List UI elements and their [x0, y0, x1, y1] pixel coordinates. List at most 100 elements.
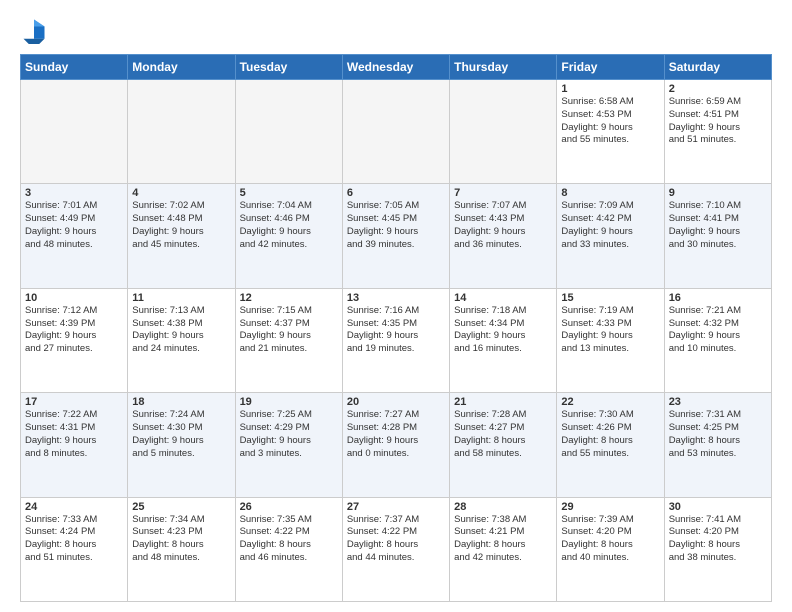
logo — [20, 16, 52, 44]
col-header-thursday: Thursday — [450, 55, 557, 80]
day-info: Sunrise: 7:19 AM Sunset: 4:33 PM Dayligh… — [561, 305, 659, 356]
day-number: 30 — [669, 501, 767, 513]
day-info: Sunrise: 7:27 AM Sunset: 4:28 PM Dayligh… — [347, 409, 445, 460]
day-info: Sunrise: 7:25 AM Sunset: 4:29 PM Dayligh… — [240, 409, 338, 460]
day-number: 26 — [240, 501, 338, 513]
col-header-monday: Monday — [128, 55, 235, 80]
day-cell: 5Sunrise: 7:04 AM Sunset: 4:46 PM Daylig… — [235, 184, 342, 288]
day-cell: 23Sunrise: 7:31 AM Sunset: 4:25 PM Dayli… — [664, 393, 771, 497]
day-number: 6 — [347, 187, 445, 199]
day-info: Sunrise: 7:18 AM Sunset: 4:34 PM Dayligh… — [454, 305, 552, 356]
header-row: SundayMondayTuesdayWednesdayThursdayFrid… — [21, 55, 772, 80]
day-cell: 13Sunrise: 7:16 AM Sunset: 4:35 PM Dayli… — [342, 288, 449, 392]
day-info: Sunrise: 7:12 AM Sunset: 4:39 PM Dayligh… — [25, 305, 123, 356]
day-info: Sunrise: 7:37 AM Sunset: 4:22 PM Dayligh… — [347, 514, 445, 565]
day-cell: 29Sunrise: 7:39 AM Sunset: 4:20 PM Dayli… — [557, 497, 664, 601]
day-cell: 26Sunrise: 7:35 AM Sunset: 4:22 PM Dayli… — [235, 497, 342, 601]
day-cell: 19Sunrise: 7:25 AM Sunset: 4:29 PM Dayli… — [235, 393, 342, 497]
day-info: Sunrise: 7:33 AM Sunset: 4:24 PM Dayligh… — [25, 514, 123, 565]
day-cell: 11Sunrise: 7:13 AM Sunset: 4:38 PM Dayli… — [128, 288, 235, 392]
day-number: 13 — [347, 292, 445, 304]
day-number: 14 — [454, 292, 552, 304]
day-number: 18 — [132, 396, 230, 408]
day-info: Sunrise: 7:24 AM Sunset: 4:30 PM Dayligh… — [132, 409, 230, 460]
day-cell: 14Sunrise: 7:18 AM Sunset: 4:34 PM Dayli… — [450, 288, 557, 392]
page: SundayMondayTuesdayWednesdayThursdayFrid… — [0, 0, 792, 612]
day-cell: 15Sunrise: 7:19 AM Sunset: 4:33 PM Dayli… — [557, 288, 664, 392]
day-number: 7 — [454, 187, 552, 199]
day-number: 5 — [240, 187, 338, 199]
day-cell: 10Sunrise: 7:12 AM Sunset: 4:39 PM Dayli… — [21, 288, 128, 392]
day-info: Sunrise: 7:09 AM Sunset: 4:42 PM Dayligh… — [561, 200, 659, 251]
day-number: 24 — [25, 501, 123, 513]
col-header-sunday: Sunday — [21, 55, 128, 80]
day-number: 16 — [669, 292, 767, 304]
day-info: Sunrise: 6:58 AM Sunset: 4:53 PM Dayligh… — [561, 96, 659, 147]
day-cell — [21, 80, 128, 184]
day-info: Sunrise: 7:22 AM Sunset: 4:31 PM Dayligh… — [25, 409, 123, 460]
day-info: Sunrise: 7:16 AM Sunset: 4:35 PM Dayligh… — [347, 305, 445, 356]
day-cell: 2Sunrise: 6:59 AM Sunset: 4:51 PM Daylig… — [664, 80, 771, 184]
day-info: Sunrise: 7:41 AM Sunset: 4:20 PM Dayligh… — [669, 514, 767, 565]
day-number: 28 — [454, 501, 552, 513]
day-number: 2 — [669, 83, 767, 95]
col-header-tuesday: Tuesday — [235, 55, 342, 80]
day-number: 22 — [561, 396, 659, 408]
day-cell: 9Sunrise: 7:10 AM Sunset: 4:41 PM Daylig… — [664, 184, 771, 288]
day-cell: 3Sunrise: 7:01 AM Sunset: 4:49 PM Daylig… — [21, 184, 128, 288]
week-row-3: 10Sunrise: 7:12 AM Sunset: 4:39 PM Dayli… — [21, 288, 772, 392]
day-cell: 1Sunrise: 6:58 AM Sunset: 4:53 PM Daylig… — [557, 80, 664, 184]
day-info: Sunrise: 7:07 AM Sunset: 4:43 PM Dayligh… — [454, 200, 552, 251]
day-info: Sunrise: 7:30 AM Sunset: 4:26 PM Dayligh… — [561, 409, 659, 460]
day-number: 1 — [561, 83, 659, 95]
day-info: Sunrise: 6:59 AM Sunset: 4:51 PM Dayligh… — [669, 96, 767, 147]
logo-icon — [20, 16, 48, 44]
day-info: Sunrise: 7:01 AM Sunset: 4:49 PM Dayligh… — [25, 200, 123, 251]
day-number: 9 — [669, 187, 767, 199]
day-cell — [235, 80, 342, 184]
day-cell: 12Sunrise: 7:15 AM Sunset: 4:37 PM Dayli… — [235, 288, 342, 392]
day-number: 29 — [561, 501, 659, 513]
col-header-wednesday: Wednesday — [342, 55, 449, 80]
col-header-friday: Friday — [557, 55, 664, 80]
day-cell: 17Sunrise: 7:22 AM Sunset: 4:31 PM Dayli… — [21, 393, 128, 497]
day-number: 12 — [240, 292, 338, 304]
day-cell: 18Sunrise: 7:24 AM Sunset: 4:30 PM Dayli… — [128, 393, 235, 497]
day-info: Sunrise: 7:31 AM Sunset: 4:25 PM Dayligh… — [669, 409, 767, 460]
day-info: Sunrise: 7:02 AM Sunset: 4:48 PM Dayligh… — [132, 200, 230, 251]
day-number: 15 — [561, 292, 659, 304]
week-row-4: 17Sunrise: 7:22 AM Sunset: 4:31 PM Dayli… — [21, 393, 772, 497]
week-row-1: 1Sunrise: 6:58 AM Sunset: 4:53 PM Daylig… — [21, 80, 772, 184]
day-number: 20 — [347, 396, 445, 408]
day-number: 10 — [25, 292, 123, 304]
day-info: Sunrise: 7:15 AM Sunset: 4:37 PM Dayligh… — [240, 305, 338, 356]
week-row-2: 3Sunrise: 7:01 AM Sunset: 4:49 PM Daylig… — [21, 184, 772, 288]
day-cell — [128, 80, 235, 184]
day-info: Sunrise: 7:21 AM Sunset: 4:32 PM Dayligh… — [669, 305, 767, 356]
day-info: Sunrise: 7:38 AM Sunset: 4:21 PM Dayligh… — [454, 514, 552, 565]
day-info: Sunrise: 7:34 AM Sunset: 4:23 PM Dayligh… — [132, 514, 230, 565]
day-info: Sunrise: 7:13 AM Sunset: 4:38 PM Dayligh… — [132, 305, 230, 356]
day-cell: 20Sunrise: 7:27 AM Sunset: 4:28 PM Dayli… — [342, 393, 449, 497]
day-cell: 8Sunrise: 7:09 AM Sunset: 4:42 PM Daylig… — [557, 184, 664, 288]
day-info: Sunrise: 7:04 AM Sunset: 4:46 PM Dayligh… — [240, 200, 338, 251]
day-cell: 30Sunrise: 7:41 AM Sunset: 4:20 PM Dayli… — [664, 497, 771, 601]
day-number: 21 — [454, 396, 552, 408]
day-number: 23 — [669, 396, 767, 408]
day-number: 25 — [132, 501, 230, 513]
day-cell: 25Sunrise: 7:34 AM Sunset: 4:23 PM Dayli… — [128, 497, 235, 601]
day-info: Sunrise: 7:05 AM Sunset: 4:45 PM Dayligh… — [347, 200, 445, 251]
day-cell: 22Sunrise: 7:30 AM Sunset: 4:26 PM Dayli… — [557, 393, 664, 497]
day-cell: 21Sunrise: 7:28 AM Sunset: 4:27 PM Dayli… — [450, 393, 557, 497]
calendar-table: SundayMondayTuesdayWednesdayThursdayFrid… — [20, 54, 772, 602]
day-cell: 6Sunrise: 7:05 AM Sunset: 4:45 PM Daylig… — [342, 184, 449, 288]
col-header-saturday: Saturday — [664, 55, 771, 80]
day-cell — [450, 80, 557, 184]
day-number: 4 — [132, 187, 230, 199]
day-cell — [342, 80, 449, 184]
day-cell: 27Sunrise: 7:37 AM Sunset: 4:22 PM Dayli… — [342, 497, 449, 601]
day-number: 17 — [25, 396, 123, 408]
day-number: 8 — [561, 187, 659, 199]
day-cell: 16Sunrise: 7:21 AM Sunset: 4:32 PM Dayli… — [664, 288, 771, 392]
day-info: Sunrise: 7:35 AM Sunset: 4:22 PM Dayligh… — [240, 514, 338, 565]
